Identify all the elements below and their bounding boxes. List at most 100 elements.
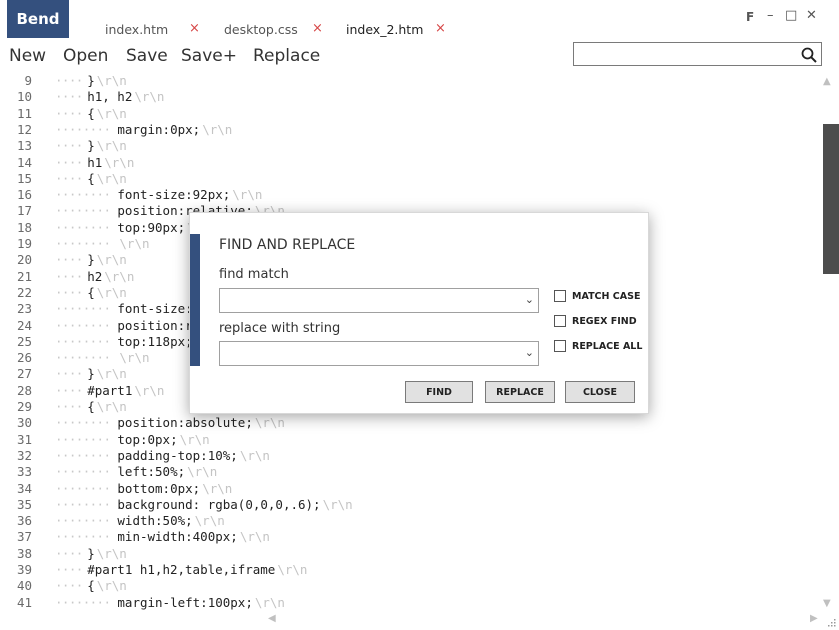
code-text: \r\n	[117, 236, 149, 252]
line-number: 16	[16, 187, 32, 203]
eol-marker: \r\n	[239, 447, 270, 463]
indent-guide: ····	[55, 545, 83, 561]
code-content: {	[87, 284, 95, 300]
line-number: 21	[16, 268, 32, 284]
code-line[interactable]: 33 ········ left:50%; \r\n	[0, 464, 800, 480]
menu-open[interactable]: Open	[63, 46, 108, 66]
code-content: margin-left:100px;	[117, 594, 253, 610]
code-text: position:absolute; \r\n	[117, 415, 285, 431]
replace-button[interactable]: REPLACE	[485, 381, 555, 403]
search-input[interactable]	[578, 45, 797, 65]
code-line[interactable]: 9 ····} \r\n	[0, 73, 800, 89]
eol-marker: \r\n	[96, 366, 127, 382]
replace-all-option[interactable]: REPLACE ALL	[554, 338, 642, 354]
code-content: }	[87, 252, 95, 268]
dialog-accent-bar	[190, 234, 200, 366]
code-content: h2	[87, 268, 103, 284]
indent-guide: ····	[55, 89, 83, 105]
indent-guide: ····	[55, 284, 83, 300]
scroll-down-icon[interactable]: ▼	[823, 598, 831, 609]
code-content: top:0px;	[117, 431, 178, 447]
code-content: {	[87, 578, 95, 594]
code-line[interactable]: 37 ········ min-width:400px; \r\n	[0, 529, 800, 545]
code-line[interactable]: 14 ···· h1 \r\n	[0, 155, 800, 171]
code-line[interactable]: 34 ········ bottom:0px; \r\n	[0, 481, 800, 497]
replace-string-input[interactable]	[224, 345, 518, 364]
code-line[interactable]: 11 ····{\r\n	[0, 106, 800, 122]
regex-find-checkbox[interactable]	[554, 315, 566, 327]
code-line[interactable]: 39 ···· #part1 h1,h2,table,iframe \r\n	[0, 562, 800, 578]
search-box[interactable]	[573, 42, 822, 66]
fullscreen-button[interactable]: F	[746, 10, 754, 24]
scroll-left-icon[interactable]: ◀	[268, 613, 276, 624]
indent-guide: ········	[55, 219, 111, 235]
resize-grip-icon[interactable]	[826, 617, 836, 627]
search-icon[interactable]	[800, 46, 818, 64]
code-text: } \r\n	[87, 138, 127, 154]
code-text: margin:0px; \r\n	[117, 122, 232, 138]
code-line[interactable]: 38 ····} \r\n	[0, 546, 800, 562]
indent-guide: ········	[55, 236, 111, 251]
line-number: 22	[16, 284, 32, 300]
line-number: 40	[16, 578, 32, 594]
code-line[interactable]: 32 ········ padding-top:10%; \r\n	[0, 448, 800, 464]
tab-close-icon[interactable]: ×	[435, 21, 446, 36]
code-content: bottom:0px;	[117, 480, 201, 496]
menu-replace[interactable]: Replace	[253, 46, 320, 66]
eol-marker: \r\n	[277, 562, 308, 577]
line-number: 31	[16, 431, 32, 447]
code-line[interactable]: 10 ···· h1, h2 \r\n	[0, 89, 800, 105]
code-line[interactable]: 16 ········ font-size:92px; \r\n	[0, 187, 800, 203]
code-line[interactable]: 35 ········ background: rgba(0,0,0,.6); \r\…	[0, 497, 800, 513]
code-content: font-size:	[117, 301, 193, 317]
tab-close-icon[interactable]: ×	[312, 21, 323, 36]
tab-index-2-htm[interactable]: index_2.htm	[346, 22, 423, 37]
find-match-input[interactable]	[224, 292, 518, 311]
match-case-checkbox[interactable]	[554, 290, 566, 302]
tab-close-icon[interactable]: ×	[189, 21, 200, 36]
code-line[interactable]: 36 ········ width:50%; \r\n	[0, 513, 800, 529]
scroll-up-icon[interactable]: ▲	[823, 76, 831, 87]
scrollbar-thumb[interactable]	[823, 124, 839, 274]
code-line[interactable]: 31 ········ top:0px; \r\n	[0, 432, 800, 448]
code-line[interactable]: 13 ····} \r\n	[0, 138, 800, 154]
find-button[interactable]: FIND	[405, 381, 473, 403]
indent-guide: ····	[55, 399, 83, 414]
chevron-down-icon[interactable]: ⌄	[525, 293, 534, 306]
find-match-combo[interactable]: ⌄	[219, 288, 539, 313]
line-number: 32	[16, 447, 32, 463]
tab-desktop-css[interactable]: desktop.css	[224, 22, 298, 37]
menu-save-plus[interactable]: Save+	[181, 46, 237, 66]
replace-string-combo[interactable]: ⌄	[219, 341, 539, 366]
chevron-down-icon[interactable]: ⌄	[525, 346, 534, 359]
eol-marker: \r\n	[104, 268, 135, 284]
code-line[interactable]: 40 ····{\r\n	[0, 578, 800, 594]
line-number: 18	[16, 219, 32, 235]
menu-new[interactable]: New	[9, 46, 46, 66]
window-close-button[interactable]: ✕	[806, 8, 817, 23]
code-line[interactable]: 15 ····{\r\n	[0, 171, 800, 187]
code-content: min-width:400px;	[117, 529, 238, 545]
maximize-button[interactable]: □	[785, 8, 797, 23]
code-line[interactable]: 30 ········ position:absolute; \r\n	[0, 415, 800, 431]
scroll-right-icon[interactable]: ▶	[810, 613, 818, 624]
code-text: } \r\n	[87, 73, 127, 89]
regex-find-option[interactable]: REGEX FIND	[554, 313, 637, 329]
code-content: h1, h2	[87, 89, 133, 105]
code-text: {\r\n	[87, 285, 127, 301]
eol-marker: \r\n	[96, 284, 127, 300]
code-line[interactable]: 12 ········ margin:0px; \r\n	[0, 122, 800, 138]
eol-marker: \r\n	[202, 480, 233, 496]
tab-index-htm[interactable]: index.htm	[105, 22, 168, 37]
line-number: 20	[16, 252, 32, 268]
code-content: }	[87, 545, 95, 561]
close-button[interactable]: CLOSE	[565, 381, 635, 403]
minimize-button[interactable]: –	[767, 8, 774, 23]
code-content: top:118px;	[117, 333, 193, 349]
match-case-option[interactable]: MATCH CASE	[554, 288, 640, 304]
eol-marker: \r\n	[322, 496, 353, 512]
code-line[interactable]: 41 ········ margin-left:100px; \r\n	[0, 595, 800, 611]
replace-all-checkbox[interactable]	[554, 340, 566, 352]
app-logo[interactable]: Bend	[7, 0, 69, 38]
menu-save[interactable]: Save	[126, 46, 168, 66]
